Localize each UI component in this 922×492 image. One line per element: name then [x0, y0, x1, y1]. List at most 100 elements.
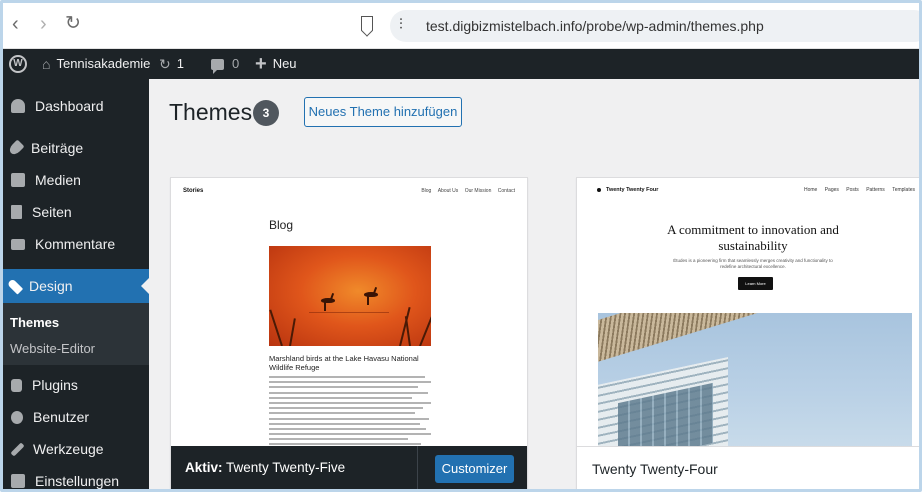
preview-brand-text: Twenty Twenty Four [606, 187, 659, 193]
footer-divider [417, 446, 418, 489]
new-label: Neu [272, 56, 297, 71]
sidebar-item-label: Dashboard [35, 98, 104, 114]
add-theme-button[interactable]: Neues Theme hinzufügen [304, 97, 462, 127]
sidebar-item-tools[interactable]: Werkzeuge [3, 432, 149, 466]
updates-icon: ↻ [159, 56, 171, 72]
preview-heading: Blog [269, 218, 294, 232]
updates-count: 1 [176, 56, 184, 71]
active-theme-label: Aktiv: Twenty Twenty-Five [185, 460, 345, 475]
preview-nav-item: Pages [824, 187, 839, 193]
theme-screenshot[interactable]: Stories Blog About Us Our Mission Contac… [171, 178, 527, 446]
brush-icon [6, 277, 24, 295]
preview-nav-item: Patterns [866, 187, 885, 193]
wrench-icon [10, 441, 25, 457]
comments-link[interactable]: 0 [211, 49, 239, 79]
sidebar-item-users[interactable]: Benutzer [3, 400, 149, 434]
plugin-icon [11, 378, 22, 392]
theme-screenshot[interactable]: Twenty Twenty Four Home Pages Posts Patt… [577, 178, 919, 446]
theme-card-twenty-twenty-four[interactable]: Twenty Twenty Four Home Pages Posts Patt… [576, 177, 919, 489]
brand-dot-icon [597, 187, 601, 192]
preview-nav-item: Our Mission [464, 188, 492, 194]
sidebar-item-label: Design [29, 278, 73, 294]
water-line [309, 312, 389, 313]
submenu-item-site-editor[interactable]: Website-Editor [10, 341, 95, 356]
updates-link[interactable]: ↻ 1 [159, 49, 184, 79]
preview-nav-item: Posts [846, 187, 859, 193]
roof-shape [598, 313, 818, 367]
sidebar-item-settings[interactable]: Einstellungen [3, 464, 149, 489]
bird-shape [364, 292, 378, 305]
forward-icon[interactable]: › [40, 14, 47, 34]
comment-bubble-icon [211, 58, 224, 74]
sidebar-item-dashboard[interactable]: Dashboard [3, 89, 149, 123]
admin-sidebar: Dashboard Beiträge Medien Seiten Komment… [3, 79, 149, 489]
dashboard-icon [11, 99, 25, 113]
active-theme-footer: Aktiv: Twenty Twenty-Five Customizer [171, 446, 527, 489]
sidebar-item-label: Beiträge [31, 140, 84, 156]
theme-footer: Twenty Twenty-Four [577, 446, 919, 489]
address-bar[interactable]: ⫶ test.digbizmistelbach.info/probe/wp-ad… [390, 10, 919, 42]
sidebar-item-label: Kommentare [35, 236, 116, 252]
site-name-link[interactable]: ⌂ Tennisakademie [42, 49, 150, 79]
reed-shape [289, 318, 296, 346]
sidebar-item-label: Plugins [32, 377, 78, 393]
reed-shape [419, 303, 431, 346]
preview-nav: Blog About Us Our Mission Contact [416, 188, 515, 194]
sidebar-item-label: Seiten [32, 204, 72, 220]
sidebar-item-pages[interactable]: Seiten [3, 195, 149, 229]
preview-nav-item: Blog [421, 188, 432, 194]
design-submenu: Themes Website-Editor [3, 303, 149, 365]
back-icon[interactable]: ‹ [12, 14, 19, 34]
comments-count: 0 [232, 56, 240, 71]
page-icon [11, 205, 22, 219]
pin-icon [7, 139, 25, 157]
preview-caption: Marshland birds at the Lake Havasu Natio… [269, 354, 419, 372]
preview-brand: Twenty Twenty Four [597, 187, 658, 193]
sidebar-item-label: Benutzer [33, 409, 90, 425]
reload-icon[interactable]: ↻ [65, 14, 81, 34]
sidebar-item-posts[interactable]: Beiträge [3, 131, 149, 165]
customize-button[interactable]: Customizer [435, 455, 514, 483]
admin-bar: W ⌂ Tennisakademie ↻ 1 0 + Neu [3, 49, 919, 79]
main-content: Themes 3 Neues Theme hinzufügen Stories … [149, 79, 919, 489]
theme-name: Twenty Twenty-Four [592, 461, 718, 477]
screenshot-frame: ‹ › ↻ ⫶ test.digbizmistelbach.info/probe… [0, 0, 922, 492]
preview-architecture-image [598, 313, 912, 446]
sidebar-item-label: Einstellungen [35, 473, 120, 489]
reed-shape [269, 309, 283, 346]
preview-button: Learn More [738, 277, 773, 290]
submenu-item-themes[interactable]: Themes [10, 315, 59, 330]
url-text[interactable]: test.digbizmistelbach.info/probe/wp-admi… [426, 18, 764, 34]
active-theme-name: Twenty Twenty-Five [226, 460, 346, 475]
preview-photo [269, 246, 431, 346]
site-name: Tennisakademie [56, 56, 151, 71]
preview-headline: A commitment to innovation and sustainab… [667, 222, 839, 253]
media-icon [11, 173, 25, 187]
preview-nav: Home Pages Posts Patterns Templates [798, 187, 915, 193]
sidebar-item-plugins[interactable]: Plugins [3, 368, 149, 402]
sidebar-item-media[interactable]: Medien [3, 163, 149, 197]
new-content-link[interactable]: + Neu [255, 49, 297, 79]
preview-brand: Stories [183, 188, 204, 194]
plus-icon: + [255, 53, 267, 75]
sidebar-item-design[interactable]: Design [3, 269, 149, 303]
user-icon [11, 410, 23, 424]
wordpress-logo-icon[interactable]: W [9, 55, 27, 73]
browser-toolbar: ‹ › ↻ ⫶ test.digbizmistelbach.info/probe… [3, 3, 919, 49]
sidebar-item-comments[interactable]: Kommentare [3, 227, 149, 261]
page-title: Themes [169, 99, 253, 125]
sidebar-item-label: Werkzeuge [33, 441, 104, 457]
bookmark-icon[interactable] [361, 16, 373, 31]
preview-nav-item: About Us [437, 188, 459, 194]
sidebar-item-label: Medien [35, 172, 81, 188]
active-prefix: Aktiv: [185, 460, 223, 475]
home-icon: ⌂ [42, 56, 51, 72]
comment-icon [11, 238, 25, 250]
theme-count-badge: 3 [253, 100, 279, 126]
preview-nav-item: Home [803, 187, 818, 193]
reed-shape [404, 316, 411, 346]
bird-shape [321, 298, 335, 311]
site-settings-icon[interactable]: ⫶ [399, 16, 403, 33]
settings-icon [11, 474, 25, 488]
theme-card-active[interactable]: Stories Blog About Us Our Mission Contac… [170, 177, 528, 489]
